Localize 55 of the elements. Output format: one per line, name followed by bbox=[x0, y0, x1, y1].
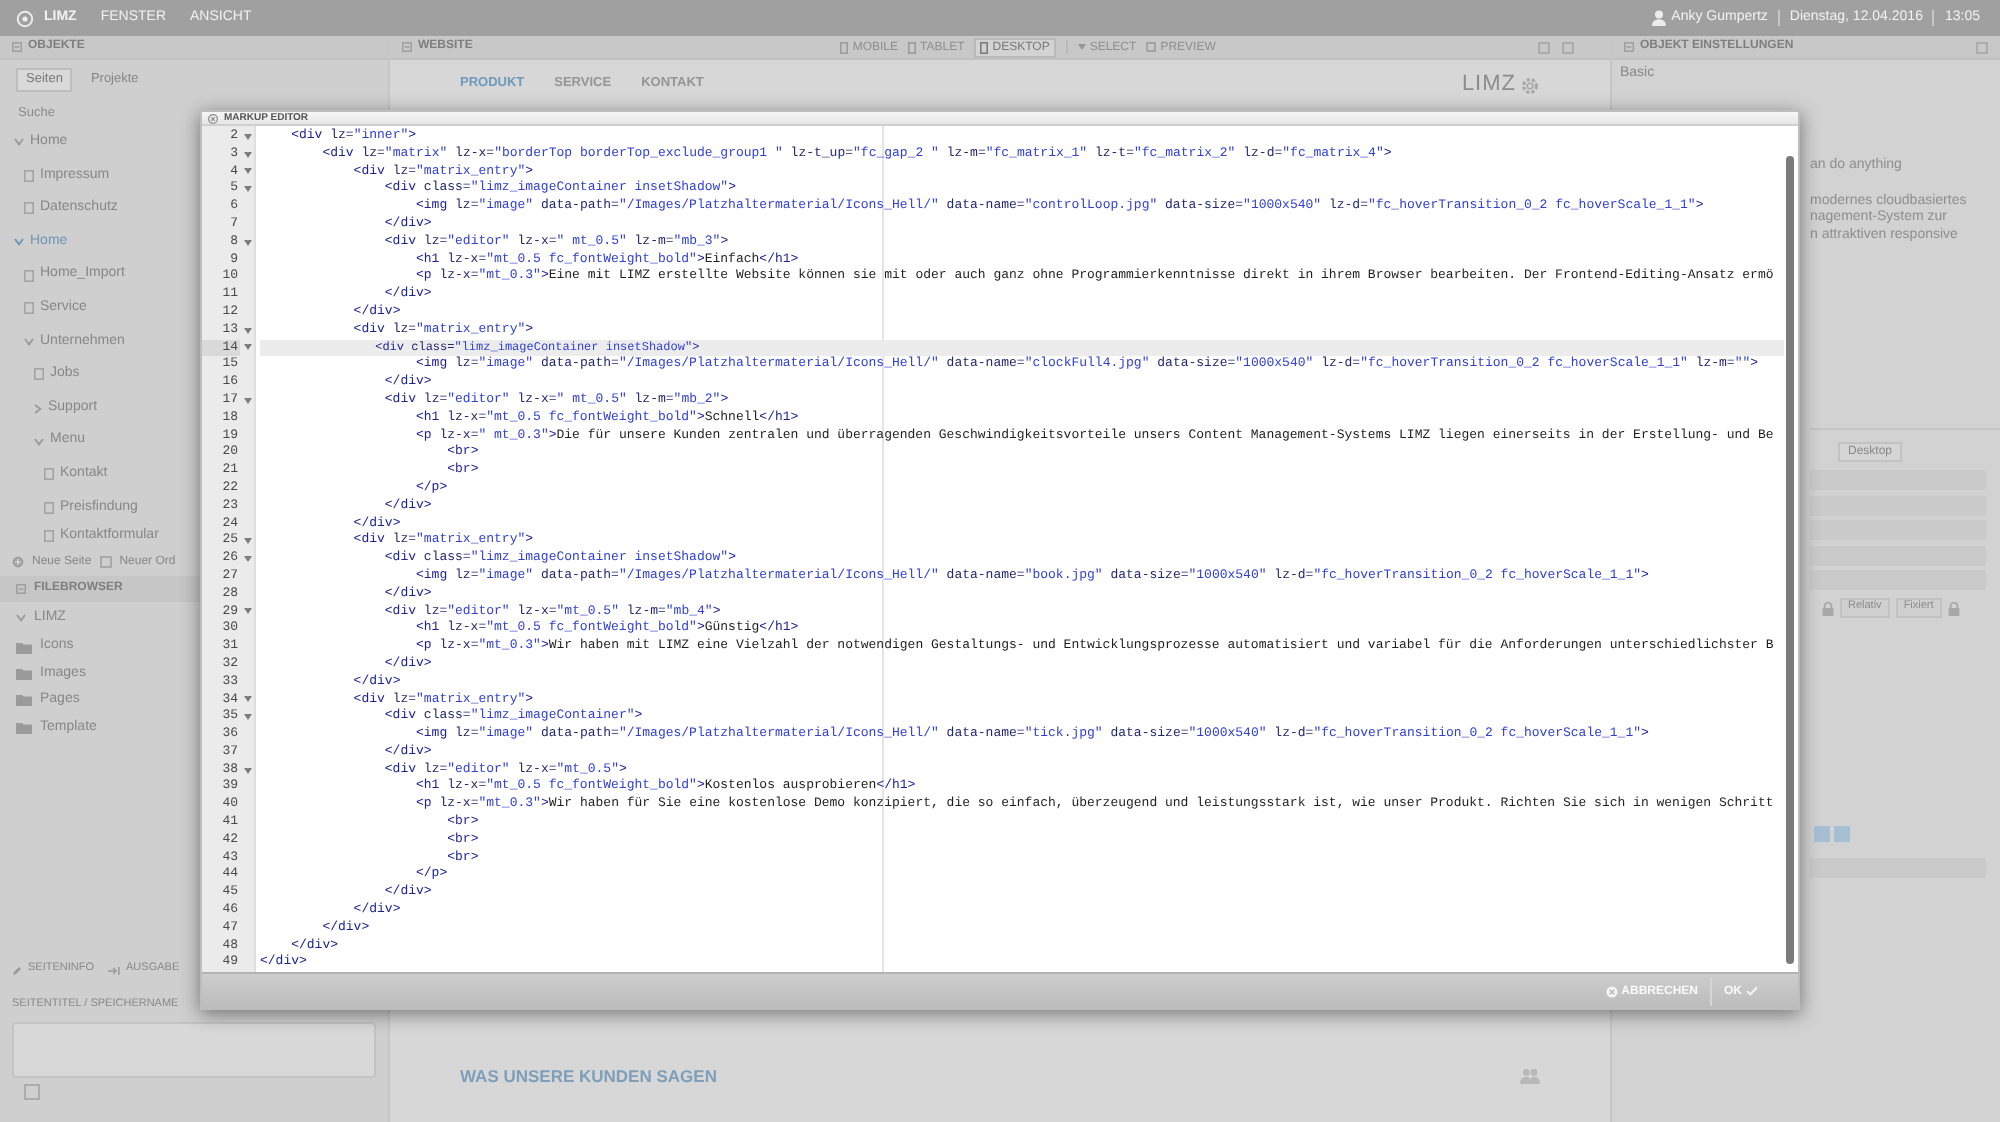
square-icon bbox=[1538, 41, 1550, 53]
fold-caret-icon[interactable] bbox=[243, 239, 251, 246]
fold-caret-icon[interactable] bbox=[243, 151, 251, 158]
lock-icon bbox=[1947, 601, 1960, 616]
collapse-icon bbox=[1624, 42, 1634, 52]
fold-caret-icon[interactable] bbox=[243, 344, 251, 351]
device-icon bbox=[980, 41, 989, 53]
fold-caret-icon[interactable] bbox=[243, 714, 251, 721]
collapse-icon bbox=[12, 42, 22, 52]
fold-caret-icon[interactable] bbox=[243, 696, 251, 703]
section-heading: WAS UNSERE KUNDEN SAGEN bbox=[460, 1065, 717, 1087]
fold-caret-icon[interactable] bbox=[243, 168, 251, 175]
fold-caret-icon[interactable] bbox=[243, 538, 251, 545]
pencil-icon bbox=[12, 965, 22, 975]
color-swatch-icon[interactable] bbox=[1814, 825, 1830, 842]
gear-icon bbox=[1520, 75, 1540, 95]
square-icon bbox=[99, 555, 112, 568]
collapse-icon bbox=[16, 583, 26, 594]
user-icon bbox=[1651, 10, 1666, 26]
fold-caret-icon[interactable] bbox=[243, 397, 251, 404]
close-icon bbox=[1605, 985, 1618, 997]
text-input-field[interactable] bbox=[12, 1022, 376, 1078]
scrollbar-thumb[interactable] bbox=[1786, 156, 1794, 964]
square-icon bbox=[1146, 42, 1157, 52]
fold-caret-icon[interactable] bbox=[243, 327, 251, 334]
plus-circle-icon bbox=[12, 555, 24, 568]
logo-icon bbox=[16, 9, 34, 27]
lock-icon bbox=[1822, 601, 1834, 616]
page-icon bbox=[24, 202, 34, 215]
collapse-icon bbox=[402, 42, 412, 52]
chevron-down-icon bbox=[16, 613, 26, 622]
square-icon bbox=[1976, 41, 1988, 53]
page-icon bbox=[24, 269, 34, 282]
check-icon bbox=[1746, 986, 1758, 996]
fold-caret-icon[interactable] bbox=[243, 133, 251, 140]
device-icon bbox=[908, 41, 917, 53]
color-swatch-icon[interactable] bbox=[1834, 825, 1850, 842]
square-icon bbox=[24, 1084, 40, 1100]
arrow-right-icon bbox=[108, 965, 121, 975]
page-icon bbox=[44, 468, 54, 481]
close-icon[interactable] bbox=[208, 113, 218, 123]
page-icon bbox=[44, 501, 54, 514]
fold-caret-icon[interactable] bbox=[243, 767, 251, 774]
device-icon bbox=[840, 41, 849, 53]
fold-caret-icon[interactable] bbox=[243, 556, 251, 563]
square-icon bbox=[1562, 41, 1574, 53]
page-icon bbox=[44, 530, 54, 543]
fold-caret-icon[interactable] bbox=[243, 186, 251, 193]
fold-caret-icon[interactable] bbox=[243, 608, 251, 615]
people-icon bbox=[1520, 1068, 1540, 1084]
page-icon bbox=[24, 169, 34, 182]
logo-text: LIMZ bbox=[1461, 71, 1516, 99]
page-icon bbox=[24, 302, 34, 315]
caret-down-icon bbox=[1077, 44, 1086, 50]
page-icon bbox=[34, 368, 44, 381]
